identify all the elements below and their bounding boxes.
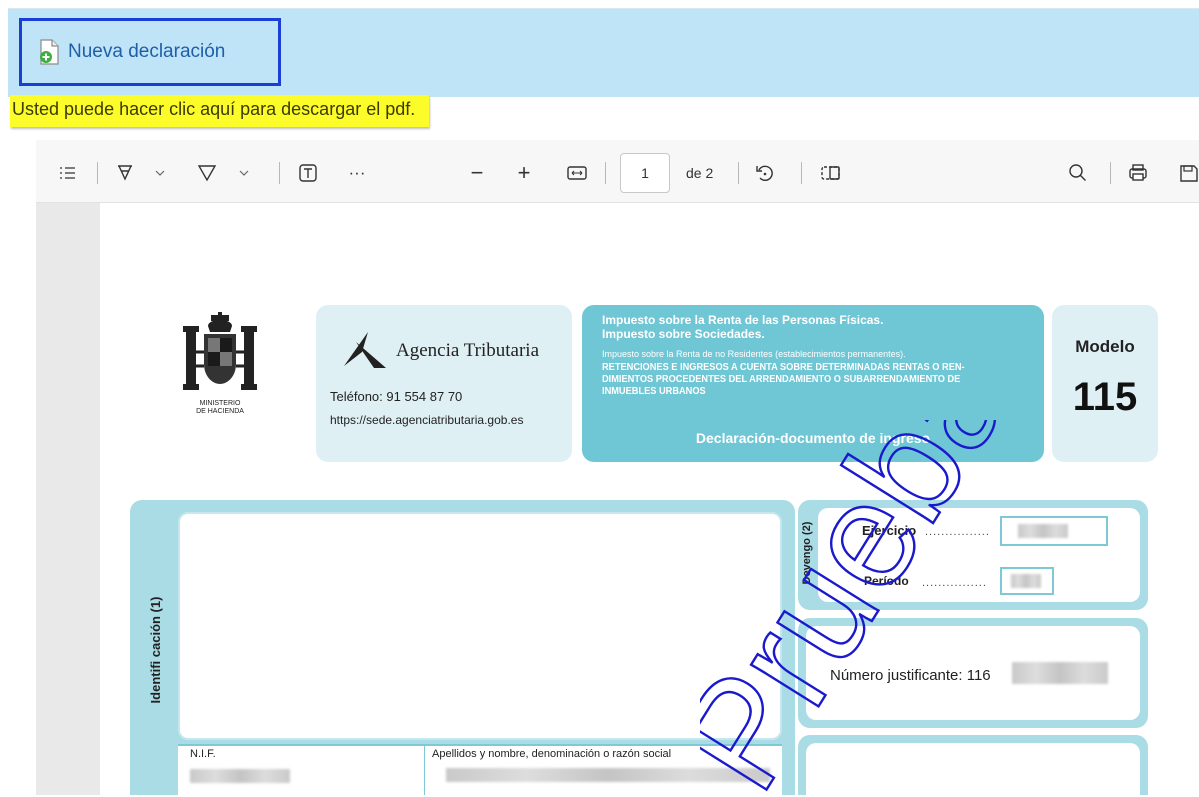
ministry-name: MINISTERIO DE HACIENDA [196, 400, 244, 415]
toolbar-separator [279, 162, 280, 184]
chevron-down-icon[interactable] [236, 160, 252, 186]
model-label: Modelo [1075, 337, 1135, 356]
fit-page-icon[interactable] [564, 160, 590, 186]
tax-irpf: Impuesto sobre la Renta de las Personas … [602, 313, 884, 327]
name-label: Apellidos y nombre, denominación o razón… [432, 748, 672, 760]
draw-icon[interactable] [194, 160, 220, 186]
save-icon[interactable] [1177, 160, 1199, 186]
chevron-down-icon[interactable] [152, 160, 168, 186]
page-number-input[interactable]: 1 [620, 153, 670, 193]
nif-label: N.I.F. [190, 748, 216, 760]
nif-value-redacted [190, 769, 290, 783]
toolbar-separator [801, 162, 802, 184]
svg-text:Pruebas: Pruebas [700, 420, 1060, 795]
print-icon[interactable] [1125, 160, 1151, 186]
new-declaration-button[interactable]: Nueva declaración [19, 18, 281, 86]
search-icon[interactable] [1065, 160, 1091, 186]
model-number: 115 [1072, 375, 1138, 419]
viewer-margin [36, 203, 100, 795]
toolbar-separator [605, 162, 606, 184]
tax-retenciones: RETENCIONES E INGRESOS A CUENTA SOBRE DE… [602, 361, 965, 397]
agency-name: Agencia Tributaria [396, 340, 540, 361]
toolbar-separator [97, 162, 98, 184]
zoom-out-icon[interactable]: − [466, 160, 488, 186]
identification-label: Identifi cación (1) [148, 596, 163, 704]
watermark: Pruebas [700, 420, 1060, 795]
tax-irnr: Impuesto sobre la Renta de no Residentes… [602, 349, 906, 359]
toolbar-separator [738, 162, 739, 184]
zoom-in-icon[interactable]: + [513, 160, 535, 186]
identification-address-area [178, 512, 782, 740]
coat-of-arms-icon [183, 312, 257, 390]
more-icon[interactable]: ··· [344, 160, 370, 186]
text-icon[interactable] [295, 160, 321, 186]
contents-icon[interactable] [54, 160, 80, 186]
toolbar-separator [1110, 162, 1111, 184]
new-document-icon [40, 39, 59, 65]
new-declaration-label: Nueva declaración [68, 41, 226, 62]
ministry-seal: MINISTERIO DE HACIENDA [178, 312, 262, 424]
tax-sociedades: Impuesto sobre Sociedades. [602, 327, 765, 341]
highlight-icon[interactable] [112, 160, 138, 186]
page-view-icon[interactable] [818, 160, 844, 186]
agency-phone: Teléfono: 91 554 87 70 [330, 389, 463, 404]
agency-logo-icon [344, 332, 386, 368]
agency-url: https://sede.agenciatributaria.gob.es [330, 413, 524, 427]
download-pdf-tooltip[interactable]: Usted puede hacer clic aquí para descarg… [10, 95, 430, 127]
page-count: de 2 [686, 165, 714, 181]
row-divider [424, 744, 425, 795]
rotate-icon[interactable] [752, 160, 778, 186]
agency-box [316, 305, 572, 462]
